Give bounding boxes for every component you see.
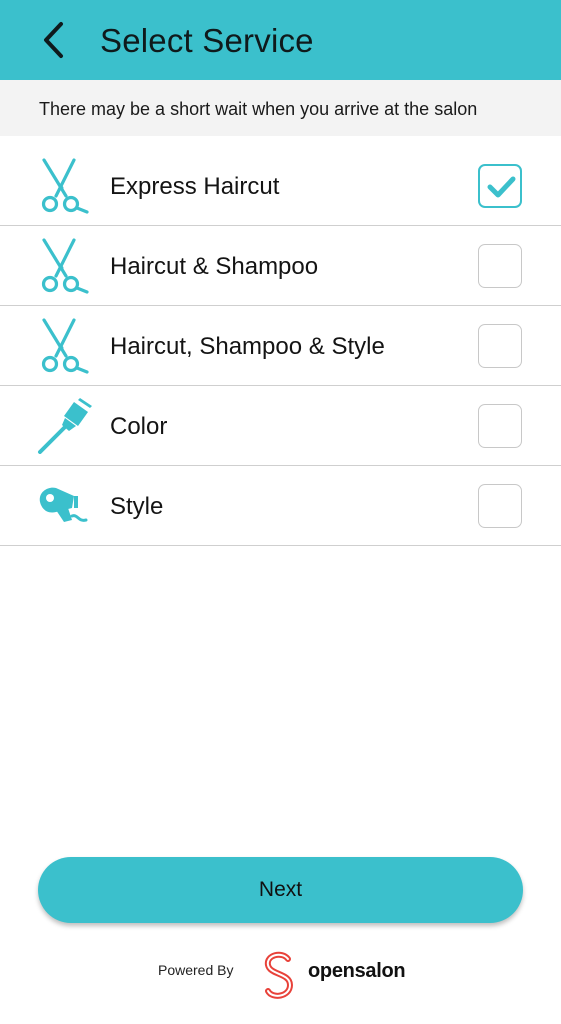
powered-by-text: Powered By xyxy=(158,962,234,978)
app-header: Select Service xyxy=(0,0,561,80)
brand-name: opensalon xyxy=(308,960,406,982)
hair-dryer-icon xyxy=(39,487,88,522)
footer: Powered By opensalon xyxy=(0,948,561,1004)
service-label: Haircut & Shampoo xyxy=(110,253,319,280)
back-button[interactable] xyxy=(26,12,82,68)
checkmark-icon xyxy=(487,176,516,198)
wait-notice-text: There may be a short wait when you arriv… xyxy=(39,99,478,119)
service-list: Express Haircut Haircut & Shampoo Haircu… xyxy=(0,146,561,546)
service-item-haircut-shampoo[interactable]: Haircut & Shampoo xyxy=(0,226,561,306)
service-item-style[interactable]: Style xyxy=(0,466,561,546)
service-label: Style xyxy=(110,493,164,520)
service-checkbox[interactable] xyxy=(478,244,522,288)
service-label: Color xyxy=(110,413,168,440)
service-item-express-haircut[interactable]: Express Haircut xyxy=(0,146,561,226)
color-brush-icon xyxy=(38,398,92,454)
service-label: Express Haircut xyxy=(110,173,280,200)
service-checkbox[interactable] xyxy=(478,404,522,448)
chevron-left-icon xyxy=(44,22,63,58)
next-button[interactable]: Next xyxy=(38,857,523,923)
service-item-haircut-shampoo-style[interactable]: Haircut, Shampoo & Style xyxy=(0,306,561,386)
page-title: Select Service xyxy=(100,22,314,59)
service-checkbox[interactable] xyxy=(478,484,522,528)
service-checkbox[interactable] xyxy=(478,324,522,368)
service-item-color[interactable]: Color xyxy=(0,386,561,466)
service-checkbox-checked[interactable] xyxy=(478,164,522,208)
scissors-icon xyxy=(41,318,89,374)
opensalon-logo-icon xyxy=(264,951,294,999)
wait-notice: There may be a short wait when you arriv… xyxy=(0,80,561,136)
scissors-icon xyxy=(41,158,89,214)
service-label: Haircut, Shampoo & Style xyxy=(110,333,385,360)
scissors-icon xyxy=(41,238,89,294)
